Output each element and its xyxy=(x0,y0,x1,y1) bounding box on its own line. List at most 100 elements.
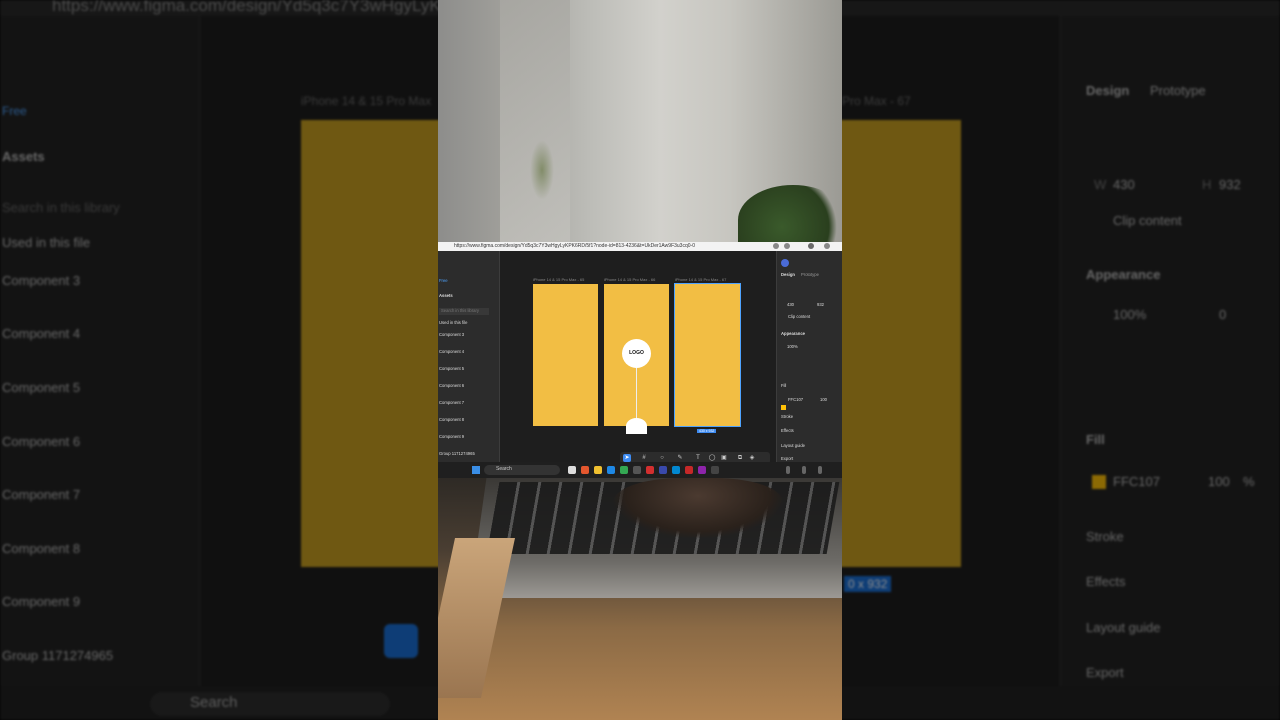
component-item[interactable]: Component 4 xyxy=(2,326,80,341)
task-view-icon[interactable] xyxy=(568,466,576,474)
fill-opacity[interactable]: 100 xyxy=(820,397,827,402)
size-tag: 0 x 932 xyxy=(844,576,892,592)
radius-value[interactable]: 0 xyxy=(1219,307,1226,322)
circle-shape[interactable] xyxy=(626,418,647,434)
system-tray-icon[interactable] xyxy=(786,466,790,474)
menu-icon[interactable] xyxy=(824,243,830,249)
photo-laptop-keyboard xyxy=(438,478,842,720)
dev-mode-icon[interactable]: ⧉ xyxy=(736,454,744,462)
w-value[interactable]: 430 xyxy=(1113,177,1135,192)
file-explorer-icon[interactable] xyxy=(594,466,602,474)
component-item[interactable]: Component 9 xyxy=(2,594,80,609)
app-icon[interactable] xyxy=(672,466,680,474)
windows-start-icon[interactable] xyxy=(472,466,480,474)
artboard-frame-selected[interactable] xyxy=(674,283,741,427)
tab-icon[interactable] xyxy=(784,243,790,249)
tab-design[interactable]: Design xyxy=(1086,83,1129,98)
fill-swatch[interactable] xyxy=(781,405,786,410)
edge-icon[interactable] xyxy=(607,466,615,474)
group-item[interactable]: Group 1171274965 xyxy=(439,451,475,456)
move-tool-button[interactable] xyxy=(384,624,418,658)
fill-opacity[interactable]: 100 xyxy=(1208,474,1230,489)
pen-tool-icon[interactable]: ✎ xyxy=(676,454,684,462)
move-tool-icon[interactable]: ➤ xyxy=(623,454,631,462)
w-value[interactable]: 430 xyxy=(787,302,794,307)
artboard-frame[interactable]: LOGO xyxy=(604,284,669,434)
component-item[interactable]: Component 5 xyxy=(2,380,80,395)
avatar[interactable] xyxy=(781,259,789,267)
fill-label: Fill xyxy=(1086,432,1105,447)
comment-tool-icon[interactable]: ◯ xyxy=(708,454,716,462)
taskbar-search[interactable]: Search xyxy=(484,465,560,475)
url-text: https://www.figma.com/design/Yd5q3c7Y3wH… xyxy=(52,0,473,15)
frame-label: Pro Max - 67 xyxy=(842,94,911,108)
used-in-file: Used in this file xyxy=(439,320,468,325)
app-icon[interactable] xyxy=(685,466,693,474)
assets-label[interactable]: Assets xyxy=(439,293,453,298)
component-item[interactable]: Component 8 xyxy=(439,417,464,422)
battery-icon[interactable] xyxy=(818,466,822,474)
plan-badge: Free xyxy=(439,278,448,283)
h-value[interactable]: 932 xyxy=(1219,177,1241,192)
app-icon[interactable] xyxy=(659,466,667,474)
component-item[interactable]: Component 3 xyxy=(2,273,80,288)
screen-url: https://www.figma.com/design/Yd5q3c7Y3wH… xyxy=(454,243,695,249)
text-tool-icon[interactable]: T xyxy=(694,454,702,462)
opacity-value[interactable]: 100% xyxy=(1113,307,1146,322)
frame-tool-icon[interactable]: # xyxy=(640,454,648,462)
actions-icon[interactable]: ▣ xyxy=(720,454,728,462)
stroke-label: Stroke xyxy=(1086,529,1124,544)
app-icon[interactable] xyxy=(646,466,654,474)
taskbar-search[interactable]: Search xyxy=(150,692,390,716)
app-icon[interactable] xyxy=(711,466,719,474)
book xyxy=(438,538,516,698)
component-item[interactable]: Component 7 xyxy=(439,400,464,405)
tab-prototype[interactable]: Prototype xyxy=(801,272,819,277)
tab-icon[interactable] xyxy=(773,243,779,249)
app-icon[interactable] xyxy=(581,466,589,474)
tab-prototype[interactable]: Prototype xyxy=(1150,83,1206,98)
screen-url-bar[interactable]: https://www.figma.com/design/Yd5q3c7Y3wH… xyxy=(438,242,842,251)
component-item[interactable]: Component 8 xyxy=(2,541,80,556)
component-item[interactable]: Component 4 xyxy=(439,349,464,354)
chrome-icon[interactable] xyxy=(620,466,628,474)
assets-label[interactable]: Assets xyxy=(2,149,45,164)
tab-design[interactable]: Design xyxy=(781,272,795,277)
component-item[interactable]: Component 6 xyxy=(2,434,80,449)
component-item[interactable]: Component 9 xyxy=(439,434,464,439)
app-icon[interactable] xyxy=(698,466,706,474)
component-item[interactable]: Component 5 xyxy=(439,366,464,371)
app-icon[interactable] xyxy=(633,466,641,474)
taskbar-search-text: Search xyxy=(496,466,512,472)
clip-content[interactable]: Clip content xyxy=(788,314,810,319)
connector-line xyxy=(636,368,637,420)
shape-tool-icon[interactable]: ○ xyxy=(658,454,666,462)
component-item[interactable]: Component 6 xyxy=(439,383,464,388)
frame-label: iPhone 14 & 15 Pro Max xyxy=(301,94,432,108)
plant-image xyxy=(530,140,554,200)
assets-search[interactable]: Search in this library xyxy=(2,200,120,215)
layout-guide-label: Layout guide xyxy=(1086,620,1161,635)
layout-guide-label: Layout guide xyxy=(781,443,805,448)
opacity-value[interactable]: 100% xyxy=(787,344,798,349)
appearance-label: Appearance xyxy=(1086,267,1161,282)
logo-circle[interactable]: LOGO xyxy=(622,339,651,368)
code-icon[interactable]: ◈ xyxy=(748,454,756,462)
h-value[interactable]: 932 xyxy=(817,302,824,307)
screen-left-panel: Free Assets Search in this library Used … xyxy=(438,251,500,462)
profile-icon[interactable] xyxy=(808,243,814,249)
design-canvas[interactable]: iPhone 14 & 15 Pro Max - 65 iPhone 14 & … xyxy=(500,251,776,464)
clip-content[interactable]: Clip content xyxy=(1113,213,1182,228)
fill-percent: % xyxy=(1243,474,1255,489)
component-item[interactable]: Component 3 xyxy=(439,332,464,337)
fill-hex[interactable]: FFC107 xyxy=(788,397,803,402)
component-item[interactable]: Component 7 xyxy=(2,487,80,502)
wifi-icon[interactable] xyxy=(802,466,806,474)
group-item[interactable]: Group 1171274965 xyxy=(2,648,113,663)
assets-search-placeholder: Search in this library xyxy=(441,308,479,313)
screen-right-panel: Design Prototype 430 932 Clip content Ap… xyxy=(776,251,842,462)
window-pane xyxy=(500,0,570,242)
artboard-frame[interactable] xyxy=(533,284,598,426)
fill-swatch[interactable] xyxy=(1092,475,1106,489)
fill-hex[interactable]: FFC107 xyxy=(1113,474,1160,489)
